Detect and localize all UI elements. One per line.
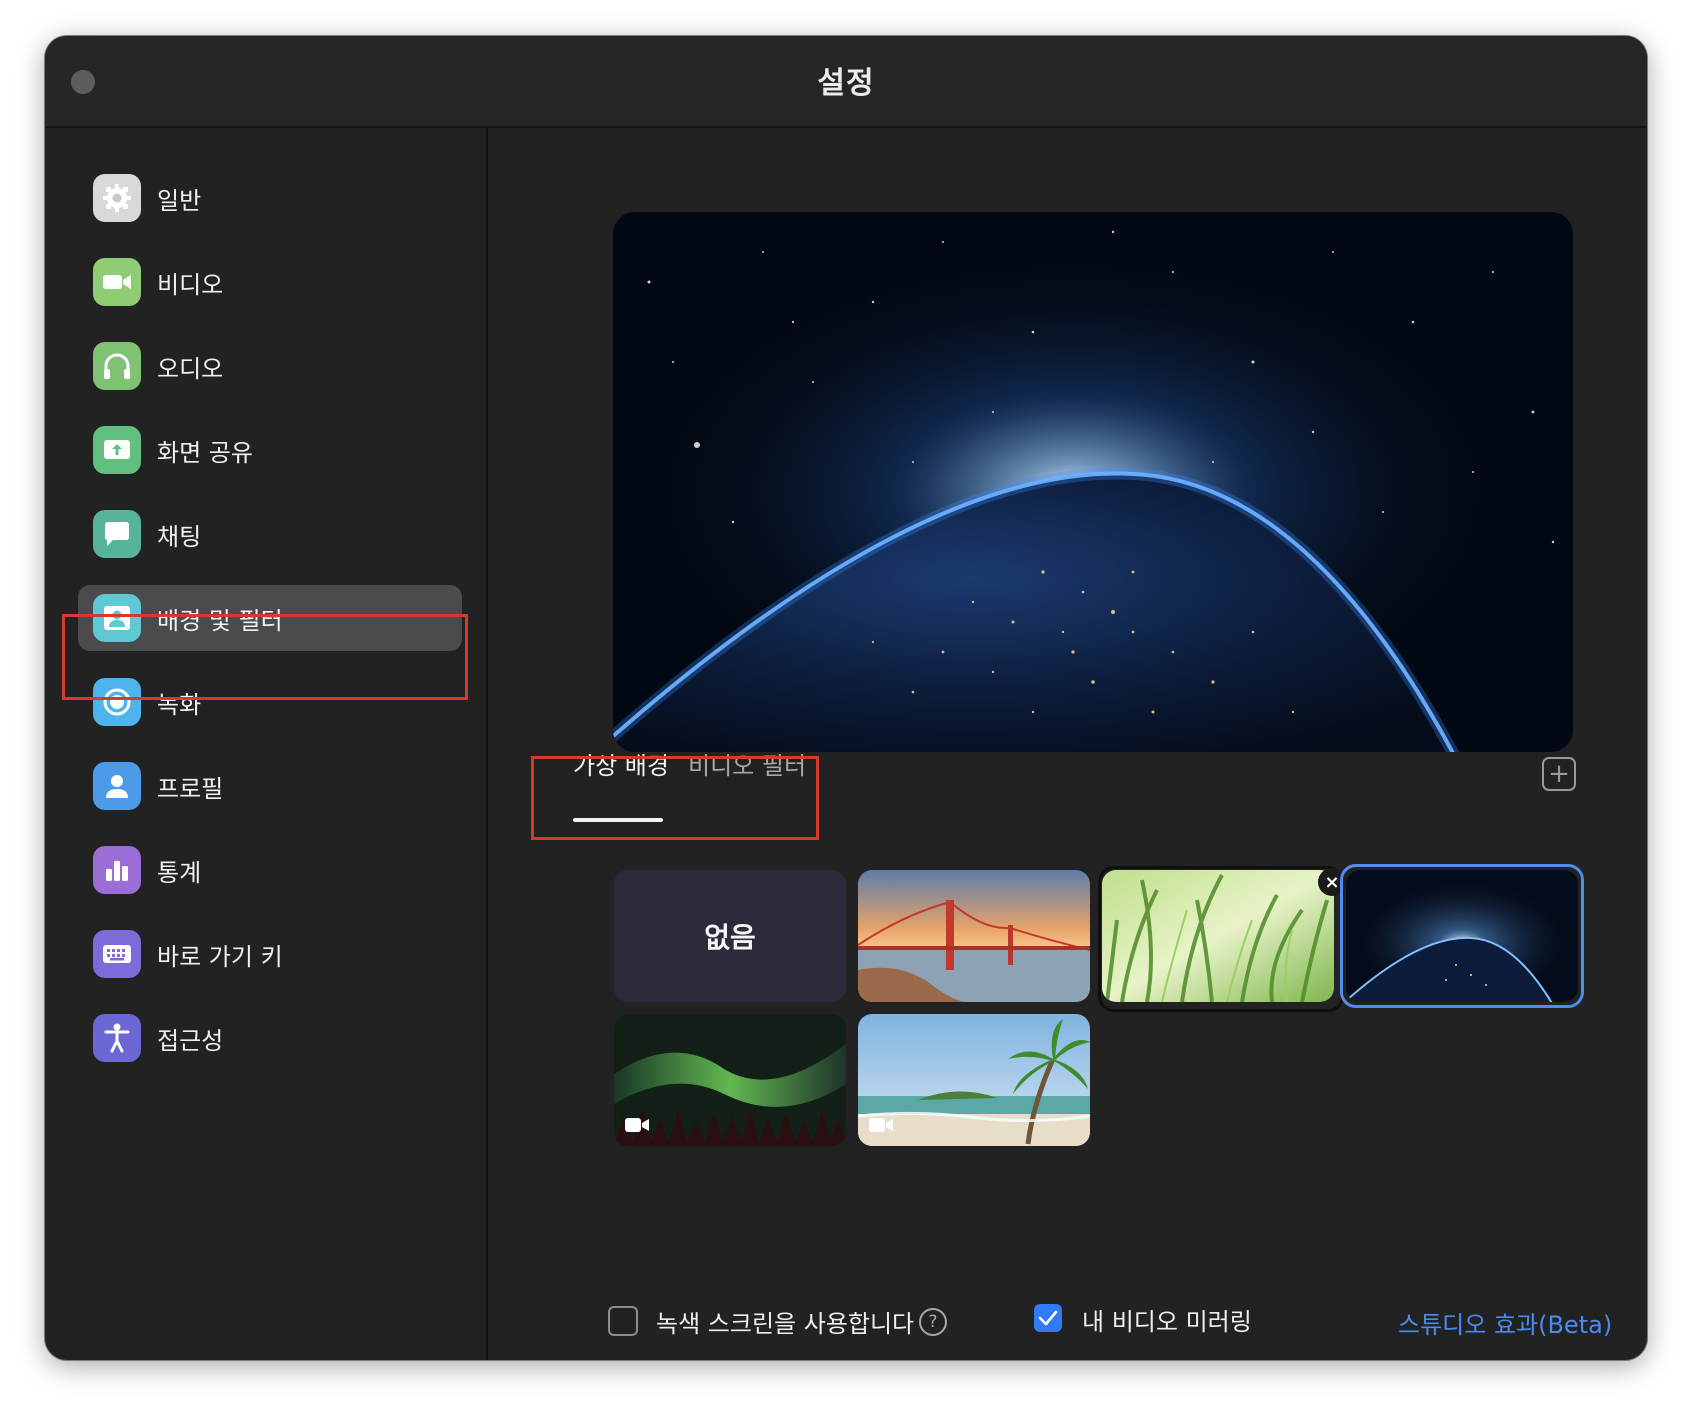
sidebar-item-label: 비디오	[157, 270, 224, 299]
chat-bubble-icon	[93, 510, 141, 558]
sidebar-item-label: 바로 가기 키	[157, 942, 283, 971]
profile-person-icon	[93, 762, 141, 810]
person-background-icon	[93, 594, 141, 642]
sidebar-item-label: 오디오	[157, 354, 224, 383]
video-camera-icon	[869, 1118, 893, 1132]
background-filters-panel: 가상 배경 비디오 필터 + 없음 × 녹색 스크린을 사용합니다 ? 내 비디…	[488, 128, 1647, 1360]
sidebar-item-audio[interactable]: 오디오	[78, 333, 462, 399]
sidebar-item-label: 녹화	[157, 690, 202, 719]
background-thumb-none[interactable]: 없음	[614, 870, 846, 1002]
remove-background-button[interactable]: ×	[1318, 868, 1346, 896]
gear-icon	[93, 174, 141, 222]
sidebar-item-label: 채팅	[157, 522, 202, 551]
sidebar-item-general[interactable]: 일반	[78, 165, 462, 231]
sidebar-item-statistics[interactable]: 통계	[78, 837, 462, 903]
video-camera-icon	[625, 1118, 649, 1132]
earth-from-space-preview-image	[613, 212, 1573, 752]
settings-window: 설정 일반 비디오 오디오 화면 공유 채팅 배경 및 필터 녹화 프로필 통계…	[45, 36, 1647, 1360]
video-camera-icon	[93, 258, 141, 306]
background-thumb-tropical-beach[interactable]	[858, 1014, 1090, 1146]
background-preview	[613, 212, 1573, 752]
sidebar-item-profile[interactable]: 프로필	[78, 753, 462, 819]
title-bar: 설정	[45, 36, 1647, 128]
close-icon: ×	[1324, 871, 1340, 893]
background-thumb-northern-lights[interactable]	[614, 1014, 846, 1146]
sidebar-item-label: 화면 공유	[157, 438, 253, 467]
record-icon	[93, 678, 141, 726]
help-icon[interactable]: ?	[919, 1308, 947, 1336]
sidebar-item-label: 접근성	[157, 1026, 224, 1055]
sidebar-item-chat[interactable]: 채팅	[78, 501, 462, 567]
background-thumb-earth-from-space[interactable]	[1346, 870, 1578, 1002]
headphones-icon	[93, 342, 141, 390]
sidebar-item-recording[interactable]: 녹화	[78, 669, 462, 735]
checkmark-icon	[1038, 1310, 1058, 1326]
sidebar-item-accessibility[interactable]: 접근성	[78, 1005, 462, 1071]
background-thumb-golden-gate-bridge[interactable]	[858, 870, 1090, 1002]
background-thumb-green-grass[interactable]	[1102, 870, 1334, 1002]
green-screen-checkbox[interactable]	[608, 1306, 638, 1336]
sidebar-item-label: 프로필	[157, 774, 224, 803]
sidebar-item-label: 일반	[157, 186, 202, 215]
none-label: 없음	[704, 921, 756, 954]
settings-sidebar: 일반 비디오 오디오 화면 공유 채팅 배경 및 필터 녹화 프로필 통계 바로…	[45, 128, 488, 1360]
studio-effects-link[interactable]: 스튜디오 효과(Beta)	[1398, 1305, 1612, 1340]
sidebar-item-label: 배경 및 필터	[157, 606, 283, 635]
add-background-button[interactable]: +	[1542, 757, 1576, 791]
plus-icon: +	[1548, 759, 1570, 789]
green-screen-label: 녹색 스크린을 사용합니다	[656, 1310, 915, 1338]
sidebar-item-share-screen[interactable]: 화면 공유	[78, 417, 462, 483]
sidebar-item-video[interactable]: 비디오	[78, 249, 462, 315]
earth-from-space-image	[1346, 870, 1578, 1002]
mirror-video-checkbox[interactable]	[1034, 1304, 1062, 1332]
window-title: 설정	[817, 66, 875, 101]
accessibility-icon	[93, 1014, 141, 1062]
active-tab-underline	[573, 818, 663, 822]
keyboard-icon	[93, 930, 141, 978]
tab-video-filter[interactable]: 비디오 필터	[688, 746, 806, 781]
green-grass-image	[1102, 870, 1334, 1002]
golden-gate-bridge-image	[858, 870, 1090, 1002]
mirror-video-label: 내 비디오 미러링	[1082, 1308, 1252, 1336]
sidebar-item-label: 통계	[157, 858, 202, 887]
sidebar-item-keyboard-shortcuts[interactable]: 바로 가기 키	[78, 921, 462, 987]
sidebar-item-background-filters[interactable]: 배경 및 필터	[78, 585, 462, 651]
tab-virtual-background[interactable]: 가상 배경	[573, 746, 669, 781]
bar-chart-icon	[93, 846, 141, 894]
share-screen-icon	[93, 426, 141, 474]
